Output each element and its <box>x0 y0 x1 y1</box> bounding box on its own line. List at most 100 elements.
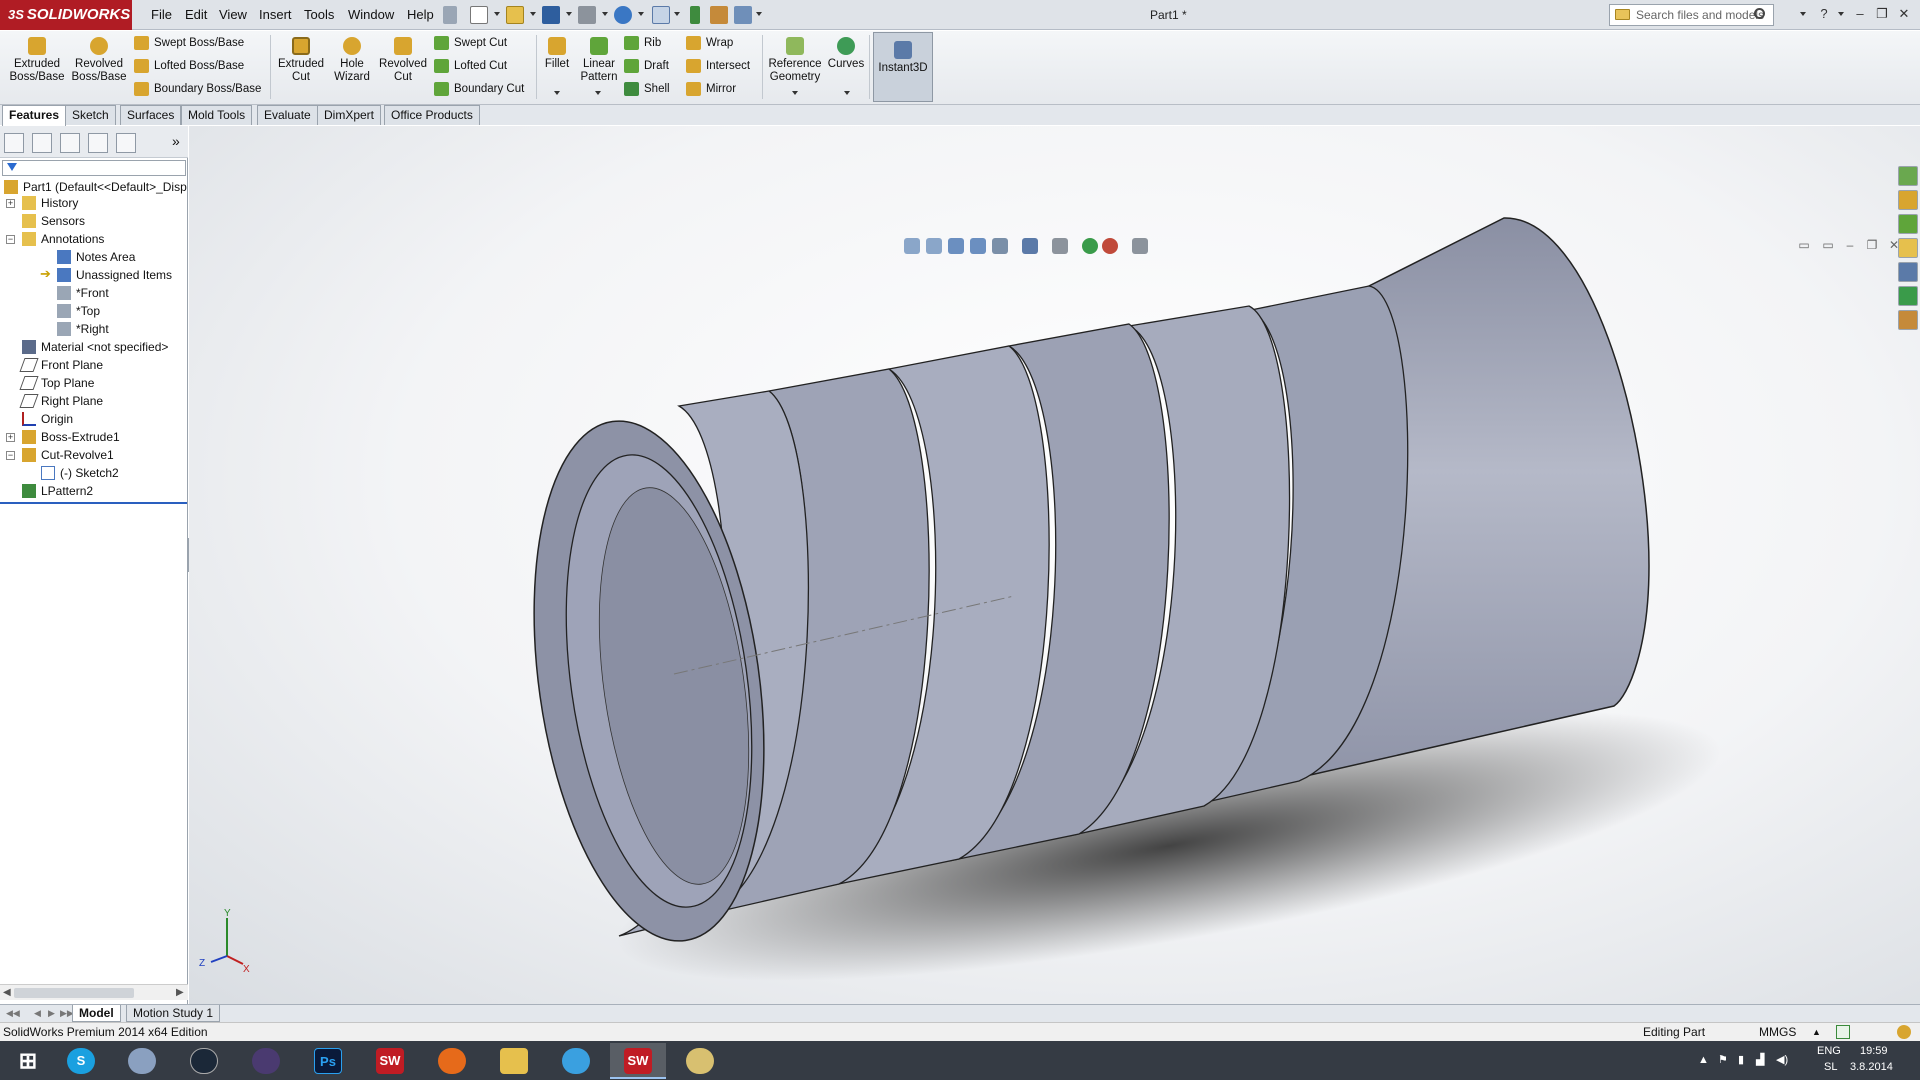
draft-button[interactable]: Draft <box>622 57 669 75</box>
feature-tree-tab-icon[interactable] <box>4 133 24 153</box>
save-icon[interactable] <box>542 6 560 24</box>
tab-dimxpert[interactable]: DimXpert <box>317 105 382 125</box>
tab-mold-tools[interactable]: Mold Tools <box>181 105 253 125</box>
options-dropdown-icon[interactable] <box>756 12 762 16</box>
shell-button[interactable]: Shell <box>622 80 670 98</box>
clock-time[interactable]: 19:59 <box>1860 1045 1888 1057</box>
units-dropdown-icon[interactable]: ▲ <box>1812 1023 1821 1041</box>
search-dropdown-icon[interactable] <box>1800 12 1806 16</box>
wrap-button[interactable]: Wrap <box>684 34 733 52</box>
tab-sketch[interactable]: Sketch <box>65 105 116 125</box>
first-tab-icon[interactable]: ◀◀ <box>6 1008 20 1019</box>
flag-icon[interactable]: ⚑ <box>1718 1053 1728 1066</box>
hide-show-items-icon[interactable] <box>1052 238 1068 254</box>
file-explorer-icon[interactable] <box>1898 214 1918 234</box>
graphics-area[interactable]: ▭ ▭ – ❐ ✕ Y X Z <box>189 126 1920 1004</box>
rollback-bar[interactable] <box>0 502 187 504</box>
configuration-manager-tab-icon[interactable] <box>60 133 80 153</box>
taskbar-explorer[interactable] <box>486 1043 542 1079</box>
tab-model[interactable]: Model <box>72 1005 121 1022</box>
battery-icon[interactable]: ▮ <box>1738 1053 1744 1066</box>
options-icon[interactable] <box>734 6 752 24</box>
select-arrow-icon[interactable] <box>652 6 670 24</box>
curves-button[interactable]: Curves <box>826 37 866 71</box>
scroll-left-icon[interactable]: ◀ <box>3 987 11 998</box>
pin-icon[interactable] <box>443 6 457 24</box>
clock-date[interactable]: 3.8.2014 <box>1850 1061 1893 1073</box>
previous-view-icon[interactable] <box>948 238 964 254</box>
part-model[interactable] <box>189 126 1920 1004</box>
rebuild-icon[interactable] <box>690 6 700 24</box>
language-label[interactable]: ENG <box>1817 1045 1841 1057</box>
intersect-button[interactable]: Intersect <box>684 57 750 75</box>
prev-tab-icon[interactable]: ◀ <box>34 1008 41 1019</box>
search-input[interactable]: Search files and models <box>1609 4 1774 26</box>
linear-pattern-button[interactable]: Linear Pattern <box>578 37 620 84</box>
apply-scene-icon[interactable] <box>1102 238 1118 254</box>
taskbar-steam[interactable] <box>176 1043 232 1079</box>
volume-icon[interactable]: ◀) <box>1776 1053 1788 1066</box>
expand-boss-extrude-icon[interactable]: + <box>6 433 15 442</box>
undo-dropdown-icon[interactable] <box>638 12 644 16</box>
print-icon[interactable] <box>578 6 596 24</box>
fillet-button[interactable]: Fillet <box>542 37 572 71</box>
zoom-to-area-icon[interactable] <box>926 238 942 254</box>
view-palette-icon[interactable] <box>1898 238 1918 258</box>
expand-history-icon[interactable]: + <box>6 199 15 208</box>
next-tab-icon[interactable]: ▶ <box>48 1008 55 1019</box>
boundary-cut-button[interactable]: Boundary Cut <box>432 80 524 98</box>
custom-properties-icon[interactable] <box>1898 286 1918 306</box>
reference-geometry-button[interactable]: Reference Geometry <box>766 37 824 84</box>
rebuild-status-icon[interactable] <box>1897 1025 1911 1039</box>
help-dropdown-icon[interactable] <box>1838 12 1844 16</box>
expand-panel-icon[interactable]: » <box>172 133 180 149</box>
start-button[interactable]: ⊞ <box>0 1043 56 1079</box>
revolved-cut-button[interactable]: Revolved Cut <box>376 37 430 84</box>
search-icon[interactable] <box>1754 8 1765 19</box>
taskbar-itunes[interactable] <box>548 1043 604 1079</box>
viewport-restore-icon[interactable]: ❐ <box>1865 238 1879 252</box>
menu-file[interactable]: File <box>145 0 178 30</box>
locale-label[interactable]: SL <box>1824 1061 1837 1073</box>
swept-boss-button[interactable]: Swept Boss/Base <box>132 34 244 52</box>
file-properties-icon[interactable] <box>710 6 728 24</box>
viewport-minimize-icon[interactable]: – <box>1843 238 1857 252</box>
undo-icon[interactable] <box>614 6 632 24</box>
viewport-split-icon[interactable]: ▭ <box>1821 238 1835 252</box>
new-document-icon[interactable] <box>470 6 488 24</box>
hole-wizard-button[interactable]: Hole Wizard <box>326 37 378 84</box>
collapse-annotations-icon[interactable]: − <box>6 235 15 244</box>
help-icon[interactable]: ? <box>1816 5 1832 23</box>
zoom-to-fit-icon[interactable] <box>904 238 920 254</box>
tab-office-products[interactable]: Office Products <box>384 105 480 125</box>
tab-evaluate[interactable]: Evaluate <box>257 105 318 125</box>
menu-tools[interactable]: Tools <box>298 0 340 30</box>
network-icon[interactable]: ▟ <box>1756 1053 1764 1066</box>
menu-insert[interactable]: Insert <box>253 0 298 30</box>
edit-appearance-icon[interactable] <box>1082 238 1098 254</box>
pattern-dropdown-icon[interactable] <box>595 91 601 95</box>
dimxpert-manager-tab-icon[interactable] <box>88 133 108 153</box>
open-dropdown-icon[interactable] <box>530 12 536 16</box>
extruded-cut-button[interactable]: Extruded Cut <box>274 37 328 84</box>
taskbar-solidworks-1[interactable]: SW <box>362 1043 418 1079</box>
taskbar-photoshop[interactable]: Ps <box>300 1043 356 1079</box>
select-dropdown-icon[interactable] <box>674 12 680 16</box>
taskbar-paint[interactable] <box>672 1043 728 1079</box>
extruded-boss-button[interactable]: Extruded Boss/Base <box>8 37 66 84</box>
solidworks-resources-icon[interactable] <box>1898 166 1918 186</box>
reference-dropdown-icon[interactable] <box>792 91 798 95</box>
help-status-icon[interactable] <box>1836 1025 1850 1039</box>
lofted-cut-button[interactable]: Lofted Cut <box>432 57 507 75</box>
taskbar-skype[interactable]: S <box>53 1043 109 1079</box>
close-icon[interactable]: ✕ <box>1896 5 1912 23</box>
tree-filter-input[interactable] <box>2 160 186 176</box>
tray-expand-icon[interactable]: ▲ <box>1698 1054 1709 1066</box>
display-style-icon[interactable] <box>1022 238 1038 254</box>
swept-cut-button[interactable]: Swept Cut <box>432 34 507 52</box>
units-label[interactable]: MMGS <box>1759 1023 1796 1041</box>
solidworks-forum-icon[interactable] <box>1898 310 1918 330</box>
new-dropdown-icon[interactable] <box>494 12 500 16</box>
design-library-icon[interactable] <box>1898 190 1918 210</box>
display-manager-tab-icon[interactable] <box>116 133 136 153</box>
